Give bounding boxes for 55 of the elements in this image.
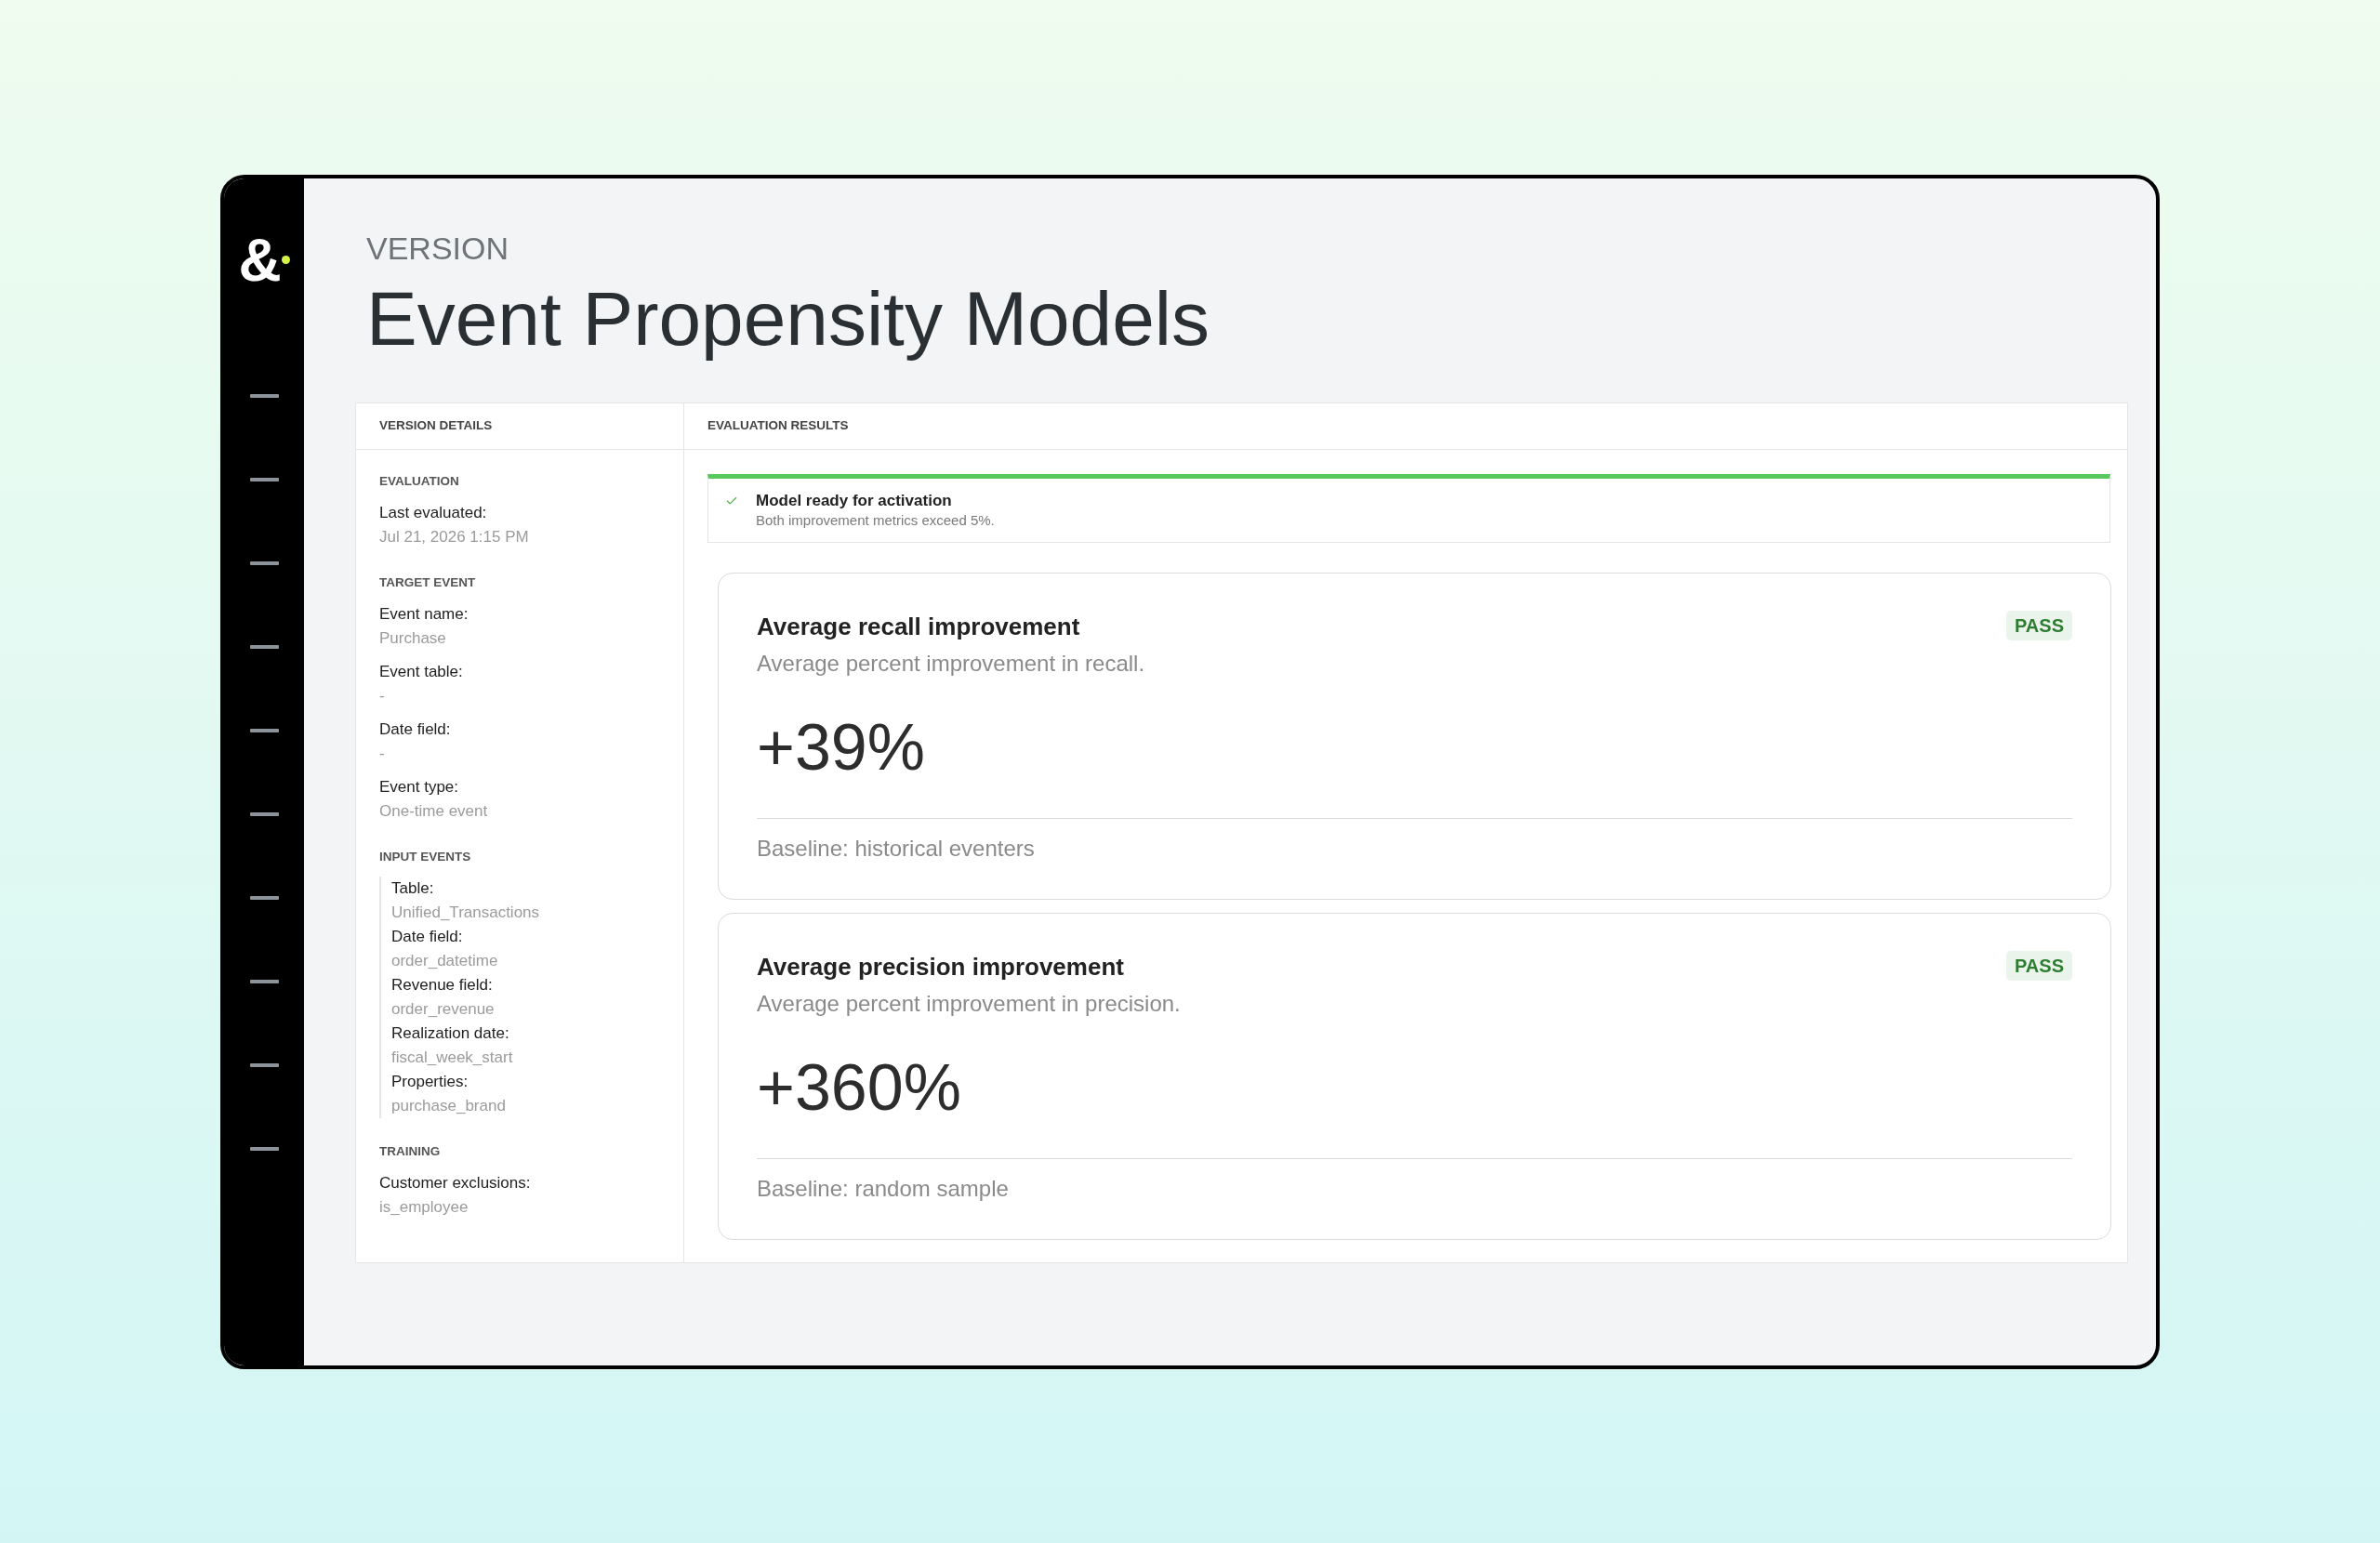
metric-baseline: Baseline: historical eventers xyxy=(757,835,1035,863)
field-value: order_revenue xyxy=(391,999,495,1020)
nav-dash-icon[interactable] xyxy=(249,645,279,649)
nav-dash-icon[interactable] xyxy=(249,896,279,900)
nav-dash-icon[interactable] xyxy=(249,1063,279,1067)
status-badge: PASS xyxy=(2006,611,2072,640)
field-value: is_employee xyxy=(379,1197,469,1218)
logo-mark: & xyxy=(238,232,282,288)
metric-description: Average percent improvement in precision. xyxy=(757,990,1181,1018)
check-icon xyxy=(725,495,738,508)
section-heading: INPUT EVENTS xyxy=(379,849,471,865)
field-label: Realization date: xyxy=(391,1023,509,1044)
field-label: Date field: xyxy=(391,927,463,947)
field-value: One-time event xyxy=(379,801,488,822)
field-label: Event type: xyxy=(379,777,459,798)
field-label: Table: xyxy=(391,878,434,899)
nav-dash-icon[interactable] xyxy=(249,478,279,481)
field-value: fiscal_week_start xyxy=(391,1048,513,1068)
field-value: Purchase xyxy=(379,628,446,649)
metric-title: Average precision improvement xyxy=(757,952,1124,983)
field-label: Event table: xyxy=(379,662,463,682)
section-heading: TARGET EVENT xyxy=(379,574,476,591)
banner-message: Both improvement metrics exceed 5%. xyxy=(756,511,995,530)
page-eyebrow: VERSION xyxy=(366,230,509,268)
metric-value: +360% xyxy=(757,1052,961,1123)
nav-dash-icon[interactable] xyxy=(249,394,279,398)
metric-description: Average percent improvement in recall. xyxy=(757,650,1145,678)
section-heading: EVALUATION xyxy=(379,473,459,490)
metric-baseline: Baseline: random sample xyxy=(757,1175,1009,1203)
field-value: purchase_brand xyxy=(391,1096,506,1116)
field-label: Date field: xyxy=(379,719,451,740)
field-value: Jul 21, 2026 1:15 PM xyxy=(379,527,529,547)
section-heading: TRAINING xyxy=(379,1143,441,1160)
field-value: Unified_Transactions xyxy=(391,903,540,923)
page-title: Event Propensity Models xyxy=(366,275,1210,363)
column-heading: VERSION DETAILS xyxy=(379,417,493,435)
nav-dash-icon[interactable] xyxy=(249,812,279,816)
column-heading: EVALUATION RESULTS xyxy=(707,417,849,435)
field-label: Customer exclusions: xyxy=(379,1173,531,1194)
field-label: Last evaluated: xyxy=(379,503,487,523)
metric-value: +39% xyxy=(757,712,925,783)
field-value: order_datetime xyxy=(391,951,498,971)
field-label: Revenue field: xyxy=(391,975,493,996)
metric-title: Average recall improvement xyxy=(757,612,1080,642)
field-value: - xyxy=(379,744,385,764)
nav-dash-icon[interactable] xyxy=(249,729,279,732)
logo-dot-icon xyxy=(281,255,290,264)
banner-title: Model ready for activation xyxy=(756,491,952,511)
nav-dash-icon[interactable] xyxy=(249,980,279,983)
nav-dash-icon[interactable] xyxy=(249,1147,279,1151)
field-value: - xyxy=(379,686,385,706)
field-label: Event name: xyxy=(379,604,469,625)
field-label: Properties: xyxy=(391,1072,469,1092)
status-badge: PASS xyxy=(2006,951,2072,981)
nav-dash-icon[interactable] xyxy=(249,561,279,565)
